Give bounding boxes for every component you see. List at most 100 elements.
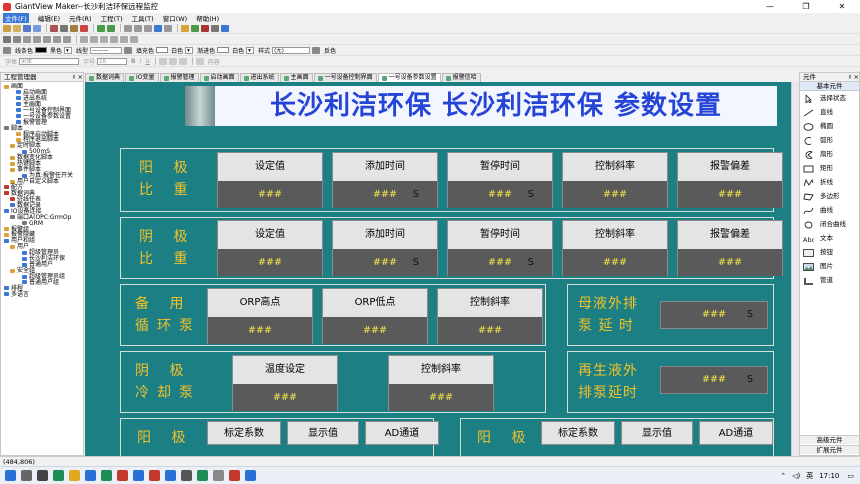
param-value-field[interactable]: ### xyxy=(208,317,312,344)
minimize-button[interactable]: — xyxy=(752,0,788,13)
style-dropdown[interactable]: (无) xyxy=(272,46,311,54)
document-tab[interactable]: IO变量 xyxy=(125,73,159,82)
word-icon[interactable] xyxy=(133,470,144,481)
element-tool-polyline[interactable]: 折线 xyxy=(800,175,859,189)
input-lang[interactable]: 英 xyxy=(806,471,813,481)
element-tool-sector[interactable]: 扇形 xyxy=(800,147,859,161)
element-tool-ellipse[interactable]: 椭圆 xyxy=(800,119,859,133)
store-icon[interactable] xyxy=(85,470,96,481)
run-icon[interactable] xyxy=(191,24,199,32)
save-all-icon[interactable] xyxy=(33,24,41,32)
document-tab[interactable]: 进出系统 xyxy=(239,73,279,82)
same-width-icon[interactable] xyxy=(43,35,51,43)
copy-icon[interactable] xyxy=(60,24,68,32)
menu-project[interactable]: 工程(T) xyxy=(101,13,123,23)
element-tool-polygon[interactable]: 多边形 xyxy=(800,189,859,203)
lock-icon[interactable] xyxy=(120,35,128,43)
wifi-icon[interactable]: ⌃ xyxy=(780,472,786,480)
param-value-field[interactable]: ### xyxy=(563,249,667,276)
align-bottom-icon[interactable] xyxy=(33,35,41,43)
send-back-icon[interactable] xyxy=(13,35,21,43)
element-tool-text[interactable]: Abc 文本 xyxy=(800,231,859,245)
pdf-icon[interactable] xyxy=(149,470,160,481)
line-color-dropdown[interactable]: ▾ xyxy=(64,46,73,54)
rotate-icon[interactable] xyxy=(100,35,108,43)
param-value-field[interactable]: ### xyxy=(323,317,427,344)
document-tab[interactable]: 一号设备控制界面 xyxy=(313,73,377,82)
task-view-icon[interactable] xyxy=(37,470,48,481)
param-value-field[interactable]: ### xyxy=(678,181,782,208)
menu-edit[interactable]: 编辑(E) xyxy=(38,13,60,23)
document-tab[interactable]: 数据词典 xyxy=(85,73,125,82)
param-value-field[interactable]: ### xyxy=(218,249,322,276)
bold-icon[interactable]: B xyxy=(131,58,136,65)
browser-icon[interactable] xyxy=(245,470,256,481)
underline-icon[interactable]: U xyxy=(145,58,149,65)
edge-icon[interactable] xyxy=(53,470,64,481)
param-value-field[interactable]: ### xyxy=(563,181,667,208)
v-spacing-icon[interactable] xyxy=(90,35,98,43)
chrome-icon[interactable] xyxy=(165,470,176,481)
settings-icon[interactable] xyxy=(211,24,219,32)
gradient-swatch[interactable] xyxy=(217,47,230,53)
settings-app-icon[interactable] xyxy=(213,470,224,481)
text-align-right-icon[interactable] xyxy=(178,57,187,65)
element-tool-select-arrow[interactable]: 选择状态 xyxy=(800,91,859,105)
element-tool-button[interactable]: 按钮 xyxy=(800,245,859,259)
banner-title[interactable]: 长沙利洁环保 长沙利洁环保 参数设置 xyxy=(215,86,777,126)
start-icon[interactable] xyxy=(5,470,16,481)
param-value-field[interactable]: ### S xyxy=(333,181,437,208)
advanced-elements-tab[interactable]: 高级元件 xyxy=(800,435,859,444)
new-icon[interactable] xyxy=(3,24,11,32)
excel-icon[interactable] xyxy=(101,470,112,481)
redo-icon[interactable] xyxy=(107,24,115,32)
element-tool-line[interactable]: 直线 xyxy=(800,105,859,119)
element-tool-arc[interactable]: 弧形 xyxy=(800,133,859,147)
cut-icon[interactable] xyxy=(50,24,58,32)
param-value-field[interactable]: ### xyxy=(438,317,542,344)
project-panel-pin[interactable]: ♯ × xyxy=(72,73,83,81)
element-tool-closed-curve[interactable]: 闭合曲线 xyxy=(800,217,859,231)
param-value-field[interactable]: ### xyxy=(218,181,322,208)
explorer-icon[interactable] xyxy=(69,470,80,481)
param-value-field[interactable]: ### S xyxy=(333,249,437,276)
bring-front-icon[interactable] xyxy=(3,35,11,43)
extended-elements-tab[interactable]: 扩展元件 xyxy=(800,445,859,454)
menu-help[interactable]: 帮助(H) xyxy=(196,13,219,23)
size-dropdown[interactable]: 16 xyxy=(97,57,128,65)
element-tool-curve[interactable]: 曲线 xyxy=(800,203,859,217)
document-tab[interactable]: 报警信哈 xyxy=(441,73,481,82)
same-height-icon[interactable] xyxy=(53,35,61,43)
canvas-vertical-scrollbar[interactable] xyxy=(791,82,799,456)
h-spacing-icon[interactable] xyxy=(80,35,88,43)
elements-panel-pin[interactable]: ♯ × xyxy=(848,73,859,81)
param-value-field[interactable]: ### S xyxy=(448,181,552,208)
text-valign-icon[interactable] xyxy=(195,57,204,65)
element-tool-image[interactable]: 图片 xyxy=(800,259,859,273)
param-value-field[interactable]: ### xyxy=(233,384,337,411)
basic-elements-tab[interactable]: 基本元件 xyxy=(800,82,859,91)
param-value-field[interactable]: ### xyxy=(678,249,782,276)
app-icon[interactable] xyxy=(117,470,128,481)
open-icon[interactable] xyxy=(13,24,21,32)
compile-icon[interactable] xyxy=(181,24,189,32)
align-center-icon[interactable] xyxy=(134,24,142,32)
italic-icon[interactable]: I xyxy=(140,58,142,65)
same-size-icon[interactable] xyxy=(63,35,71,43)
help-icon[interactable] xyxy=(221,24,229,32)
reverse-color-icon[interactable] xyxy=(312,46,321,54)
notification-icon[interactable]: ▭ xyxy=(847,472,854,480)
regen-pump-value[interactable]: ### S xyxy=(660,366,768,394)
volume-icon[interactable]: ◁) xyxy=(792,472,800,480)
document-tab[interactable]: 主画面 xyxy=(279,73,313,82)
fill-color-swatch[interactable] xyxy=(156,47,169,53)
param-value-field[interactable]: ### S xyxy=(448,249,552,276)
font-dropdown[interactable]: 宋体 xyxy=(19,57,80,65)
menu-window[interactable]: 窗口(W) xyxy=(163,13,188,23)
flip-icon[interactable] xyxy=(110,35,118,43)
fill-color-dropdown[interactable]: ▾ xyxy=(185,46,194,54)
gradient-dropdown[interactable]: ▾ xyxy=(246,46,255,54)
text-align-left-icon[interactable] xyxy=(158,57,167,65)
line-color-swatch[interactable] xyxy=(35,47,48,53)
element-tool-pipe[interactable]: 管道 xyxy=(800,273,859,287)
